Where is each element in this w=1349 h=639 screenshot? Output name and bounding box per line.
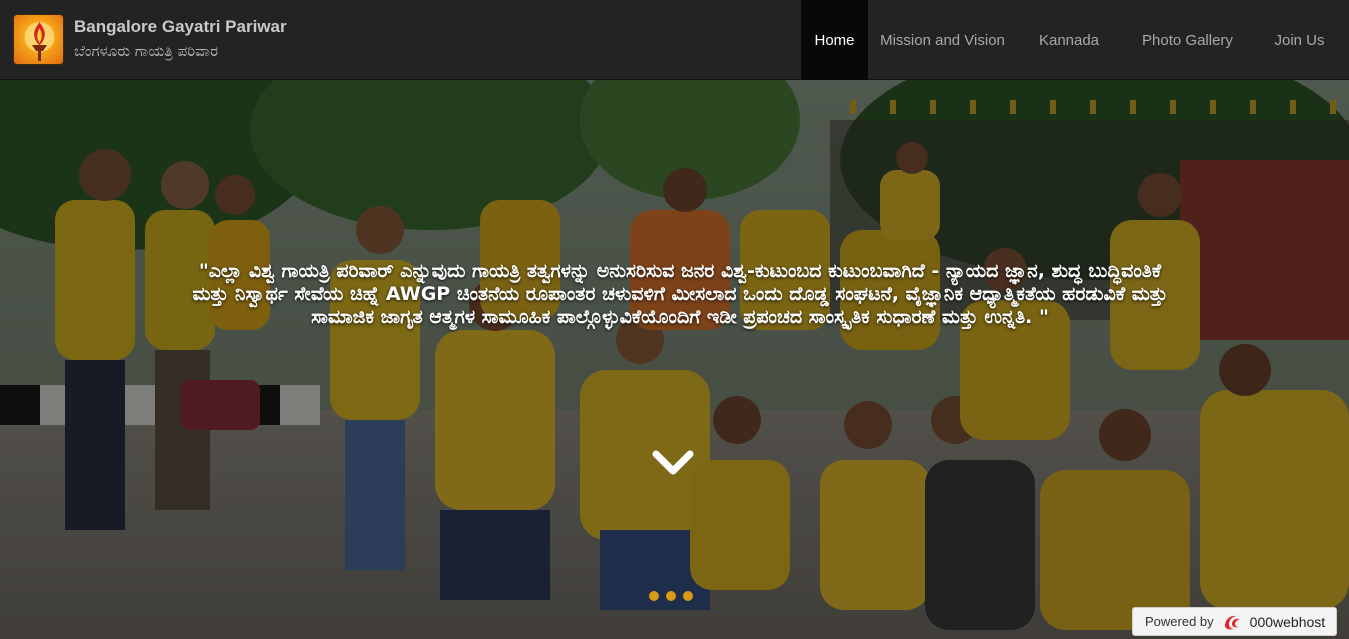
carousel-dot-2[interactable]: [666, 591, 676, 601]
carousel-dot-3[interactable]: [683, 591, 693, 601]
webhost-logo-icon: [1224, 615, 1240, 629]
top-navbar: Bangalore Gayatri Pariwar ಬೆಂಗಳೂರು ಗಾಯತ್…: [0, 0, 1349, 80]
hero-quote: "ಎಲ್ಲಾ ವಿಶ್ವ ಗಾಯತ್ರಿ ಪರಿವಾರ್ ಎನ್ನುವುದು ಗ…: [192, 260, 1168, 328]
chevron-down-icon[interactable]: [652, 446, 694, 480]
nav-join-us[interactable]: Join Us: [1254, 0, 1349, 80]
nav-kannada[interactable]: Kannada: [1017, 0, 1121, 80]
nav-home[interactable]: Home: [801, 0, 868, 80]
brand-title: Bangalore Gayatri Pariwar: [74, 17, 287, 36]
brand-subtitle: ಬೆಂಗಳೂರು ಗಾಯತ್ರಿ ಪರಿವಾರ: [74, 42, 219, 60]
powered-by-label: Powered by: [1145, 614, 1214, 629]
carousel-dot-1[interactable]: [649, 591, 659, 601]
flame-torch-logo-icon: [13, 13, 64, 65]
webhost-name: 000webhost: [1249, 613, 1326, 630]
hero-overlay: [0, 80, 1349, 639]
carousel-indicators: [649, 591, 693, 601]
brand[interactable]: Bangalore Gayatri Pariwar ಬೆಂಗಳೂರು ಗಾಯತ್…: [13, 13, 287, 65]
main-nav: Home Mission and Vision Kannada Photo Ga…: [801, 0, 1349, 80]
nav-photo-gallery[interactable]: Photo Gallery: [1121, 0, 1254, 80]
hero-carousel: "ಎಲ್ಲಾ ವಿಶ್ವ ಗಾಯತ್ರಿ ಪರಿವಾರ್ ಎನ್ನುವುದು ಗ…: [0, 80, 1349, 639]
nav-mission-and-vision[interactable]: Mission and Vision: [868, 0, 1017, 80]
powered-by-badge[interactable]: Powered by 000webhost: [1132, 607, 1337, 636]
